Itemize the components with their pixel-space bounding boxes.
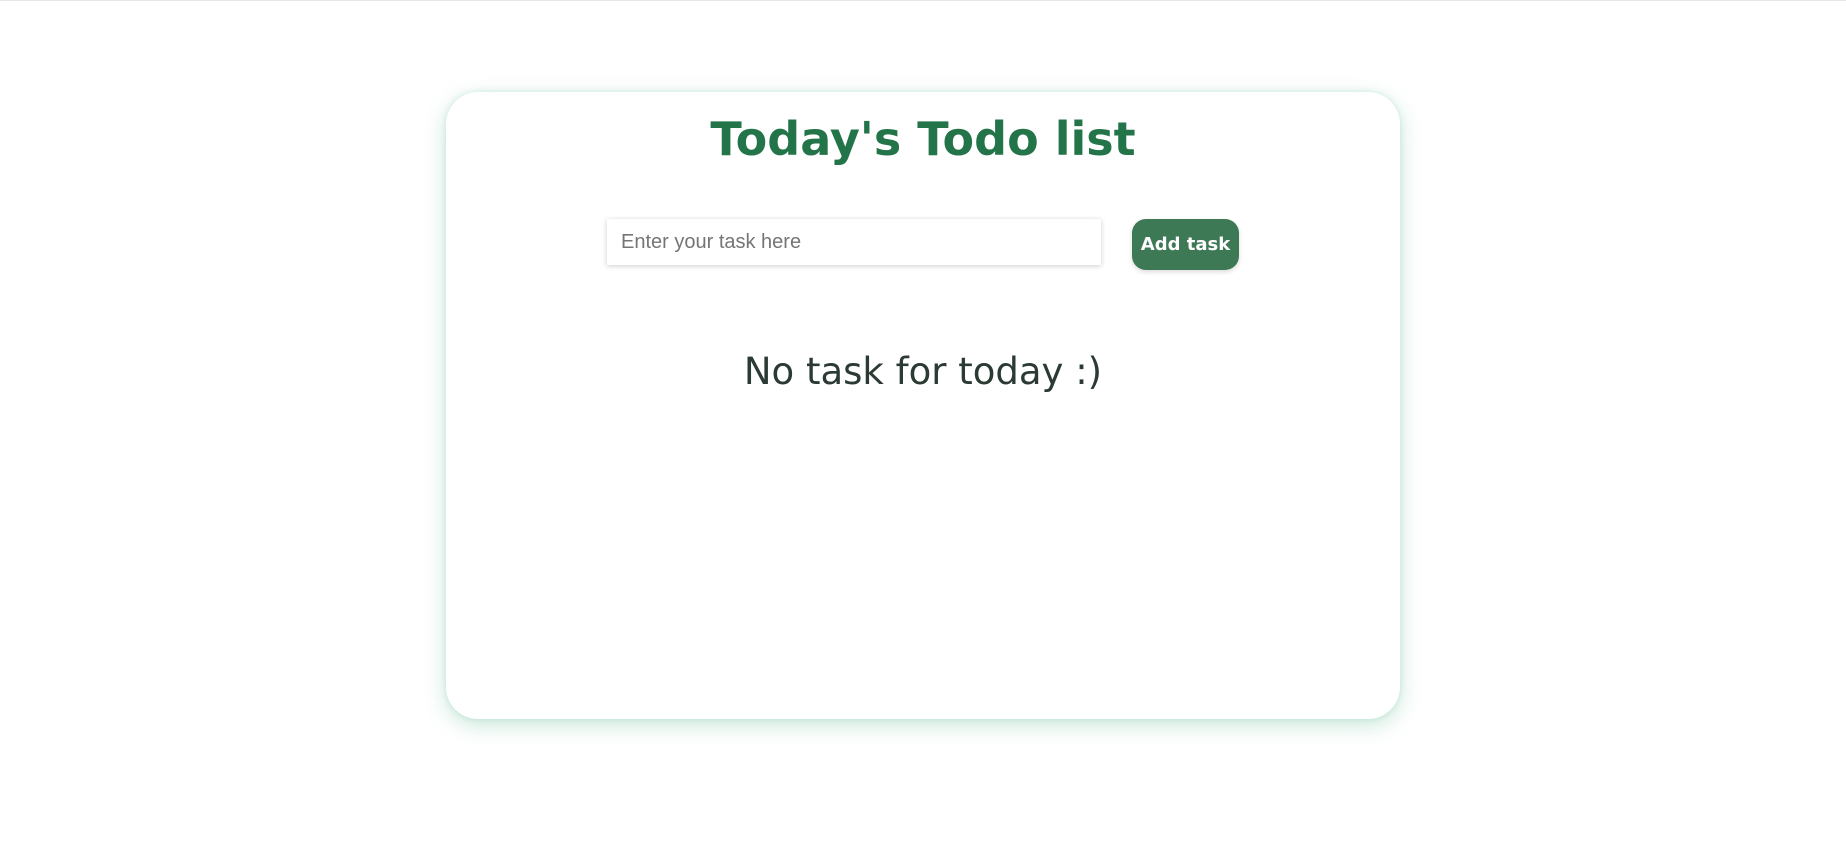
empty-state-message: No task for today :) (743, 350, 1103, 393)
top-divider (0, 0, 1846, 1)
todo-card: Today's Todo list Add task No task for t… (446, 92, 1400, 719)
task-input[interactable] (607, 219, 1101, 265)
page-title: Today's Todo list (710, 112, 1136, 166)
add-task-button[interactable]: Add task (1132, 219, 1239, 270)
